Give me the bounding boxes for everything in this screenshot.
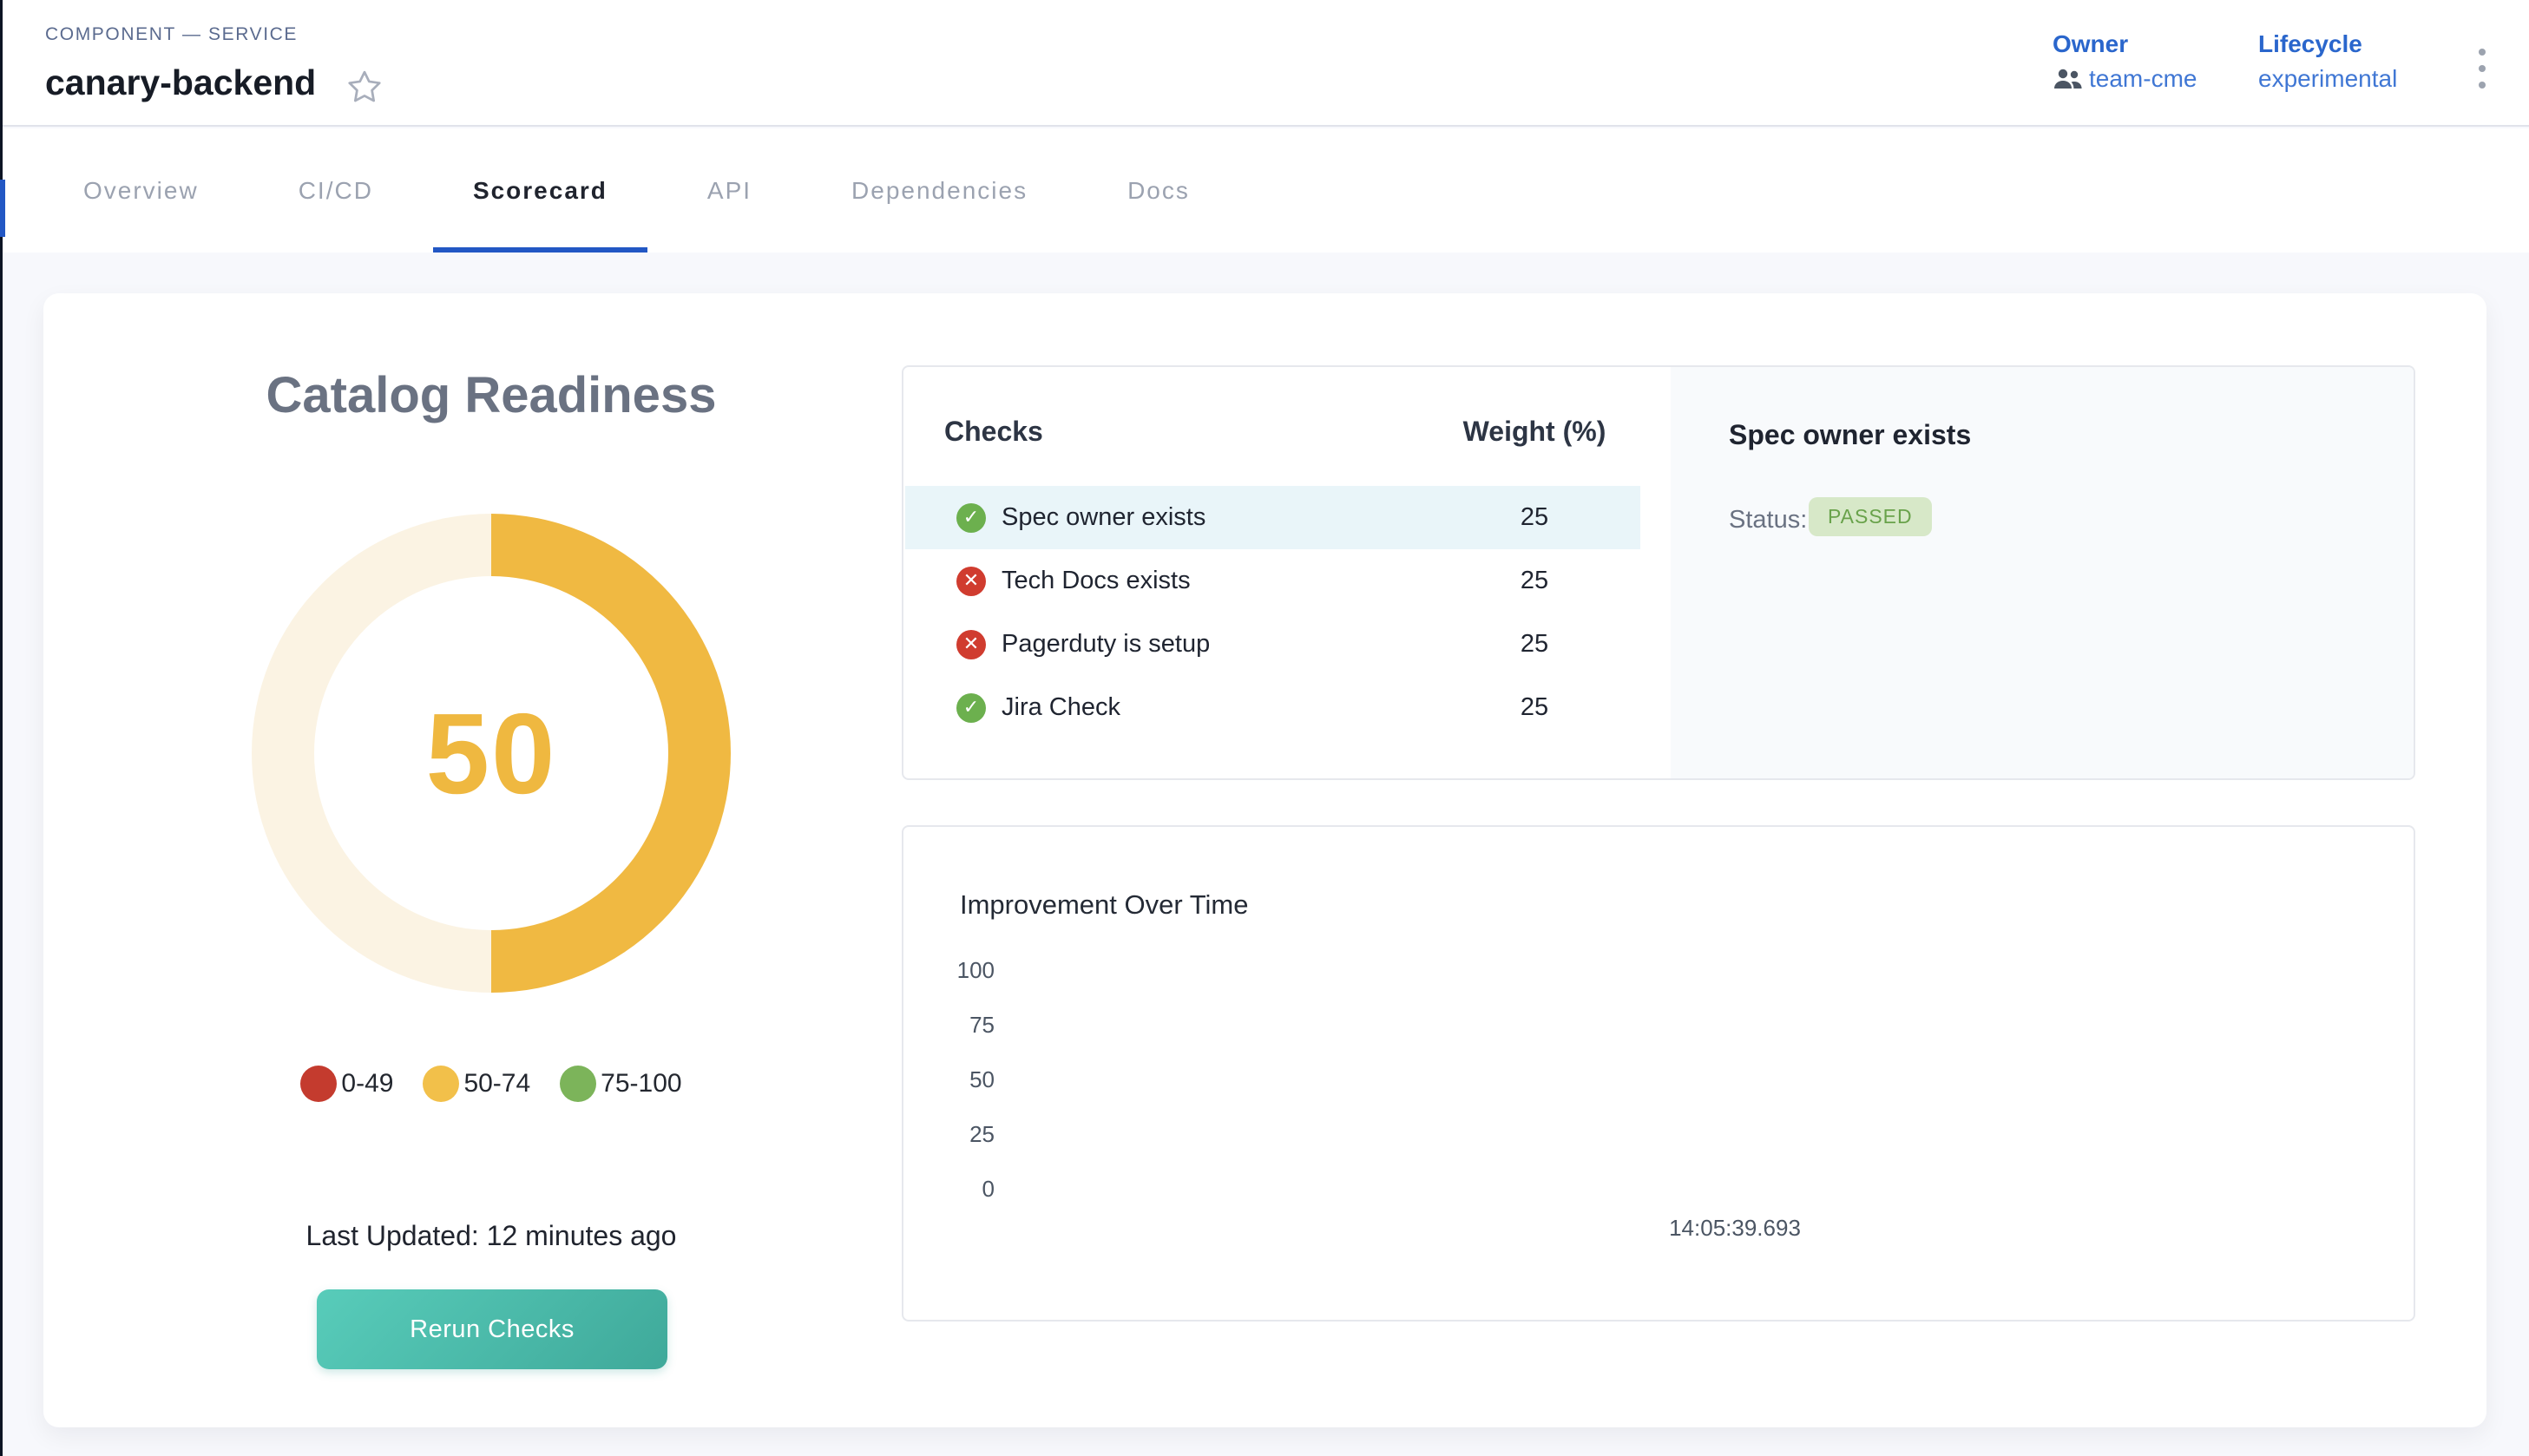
check-status-icon: ✓ — [956, 503, 986, 533]
checks-panel: Checks Weight (%) ✓ Spec owner exists 25… — [902, 365, 2415, 780]
scorecard-card: Catalog Readiness 50 0-49 50-74 75-100 L… — [43, 293, 2486, 1427]
weight-column-header: Weight (%) — [1448, 416, 1621, 448]
lifecycle-block: Lifecycle experimental — [2258, 30, 2397, 94]
y-tick-0: 0 — [903, 1175, 995, 1203]
y-tick-100: 100 — [903, 956, 995, 984]
lifecycle-label: Lifecycle — [2258, 30, 2397, 59]
check-detail-title: Spec owner exists — [1729, 419, 1971, 451]
status-badge: PASSED — [1809, 497, 1932, 536]
checks-column-header: Checks — [944, 416, 1043, 448]
rerun-checks-button[interactable]: Rerun Checks — [317, 1289, 667, 1369]
check-row-jira[interactable]: ✓ Jira Check 25 — [905, 676, 1640, 739]
owner-link[interactable]: team-cme — [2089, 64, 2197, 94]
owner-block: Owner team-cme — [2053, 30, 2197, 94]
breadcrumb: COMPONENT — SERVICE — [45, 24, 298, 45]
tab-api[interactable]: API — [707, 128, 752, 253]
more-options-icon[interactable] — [2473, 49, 2491, 89]
legend-dot-yellow — [423, 1066, 459, 1102]
x-tick-timestamp: 14:05:39.693 — [1613, 1215, 1856, 1242]
status-label: Status: — [1729, 506, 1807, 535]
entity-header: COMPONENT — SERVICE canary-backend Owner… — [0, 0, 2529, 127]
check-row-spec-owner[interactable]: ✓ Spec owner exists 25 — [905, 486, 1640, 549]
legend-dot-red — [300, 1066, 337, 1102]
owner-label: Owner — [2053, 30, 2197, 59]
legend-item-mid: 50-74 — [423, 1066, 530, 1102]
gauge-legend: 0-49 50-74 75-100 — [144, 1066, 838, 1102]
legend-dot-green — [560, 1066, 596, 1102]
page-title: canary-backend — [45, 62, 316, 103]
group-icon — [2053, 68, 2082, 90]
y-tick-50: 50 — [903, 1066, 995, 1093]
tab-overview[interactable]: Overview — [83, 128, 199, 253]
readiness-gauge: 50 — [252, 514, 731, 993]
favorite-star-icon[interactable] — [345, 68, 384, 106]
check-status-icon: ✓ — [956, 693, 986, 723]
y-tick-25: 25 — [903, 1120, 995, 1148]
check-detail-panel: Spec owner exists Status: PASSED — [1671, 367, 2414, 778]
gauge-hole: 50 — [314, 576, 668, 930]
gauge-score: 50 — [426, 688, 557, 819]
legend-item-high: 75-100 — [560, 1066, 681, 1102]
left-scroll-indicator — [0, 180, 5, 237]
y-tick-75: 75 — [903, 1011, 995, 1039]
tab-docs[interactable]: Docs — [1127, 128, 1190, 253]
legend-item-low: 0-49 — [300, 1066, 393, 1102]
check-row-tech-docs[interactable]: ✕ Tech Docs exists 25 — [905, 549, 1640, 613]
lifecycle-value: experimental — [2258, 64, 2397, 94]
chart-title: Improvement Over Time — [960, 889, 1248, 921]
entity-tabs: Overview CI/CD Scorecard API Dependencie… — [0, 128, 2529, 253]
tab-cicd[interactable]: CI/CD — [299, 128, 373, 253]
tab-scorecard[interactable]: Scorecard — [473, 128, 608, 253]
check-status-icon: ✕ — [956, 630, 986, 659]
check-status-icon: ✕ — [956, 567, 986, 596]
scorecard-title: Catalog Readiness — [187, 366, 795, 424]
improvement-chart-panel: Improvement Over Time 100 75 50 25 0 14:… — [902, 825, 2415, 1322]
tab-dependencies[interactable]: Dependencies — [851, 128, 1028, 253]
check-row-pagerduty[interactable]: ✕ Pagerduty is setup 25 — [905, 613, 1640, 676]
last-updated-text: Last Updated: 12 minutes ago — [144, 1220, 838, 1252]
checks-rows: ✓ Spec owner exists 25 ✕ Tech Docs exist… — [905, 486, 1640, 739]
